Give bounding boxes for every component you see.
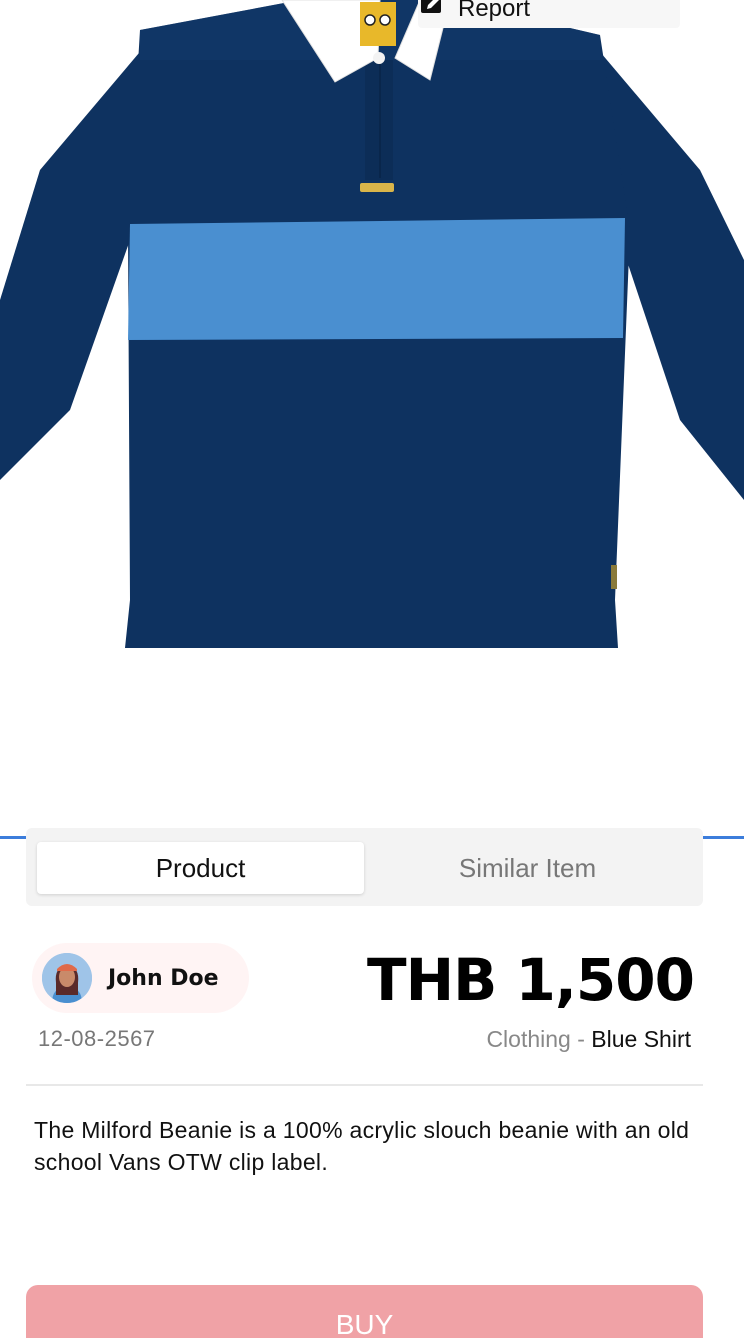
buy-button[interactable]: BUY bbox=[26, 1285, 703, 1338]
report-label: Report bbox=[458, 0, 531, 22]
user-avatar-icon bbox=[42, 953, 92, 1003]
tab-product[interactable]: Product bbox=[37, 842, 364, 894]
buy-label: BUY bbox=[335, 1309, 394, 1338]
tab-similar-item[interactable]: Similar Item bbox=[364, 842, 691, 894]
divider bbox=[26, 1084, 703, 1086]
product-image[interactable]: Report bbox=[0, 0, 744, 838]
item-name: Blue Shirt bbox=[591, 1026, 691, 1052]
category-line: Clothing - Blue Shirt bbox=[486, 1026, 691, 1053]
category-label: Clothing bbox=[486, 1026, 571, 1052]
seller-name: John Doe bbox=[108, 965, 219, 991]
product-description: The Milford Beanie is a 100% acrylic slo… bbox=[34, 1117, 690, 1175]
report-button[interactable]: Report bbox=[418, 0, 680, 28]
seller-chip[interactable]: John Doe bbox=[32, 943, 249, 1013]
edit-icon bbox=[421, 0, 660, 23]
price: THB 1,500 bbox=[367, 946, 695, 1014]
category-separator: - bbox=[570, 1026, 592, 1052]
post-date: 12-08-2567 bbox=[38, 1026, 156, 1051]
shirt-illustration bbox=[0, 0, 744, 648]
tab-bar: Product Similar Item bbox=[26, 828, 703, 906]
